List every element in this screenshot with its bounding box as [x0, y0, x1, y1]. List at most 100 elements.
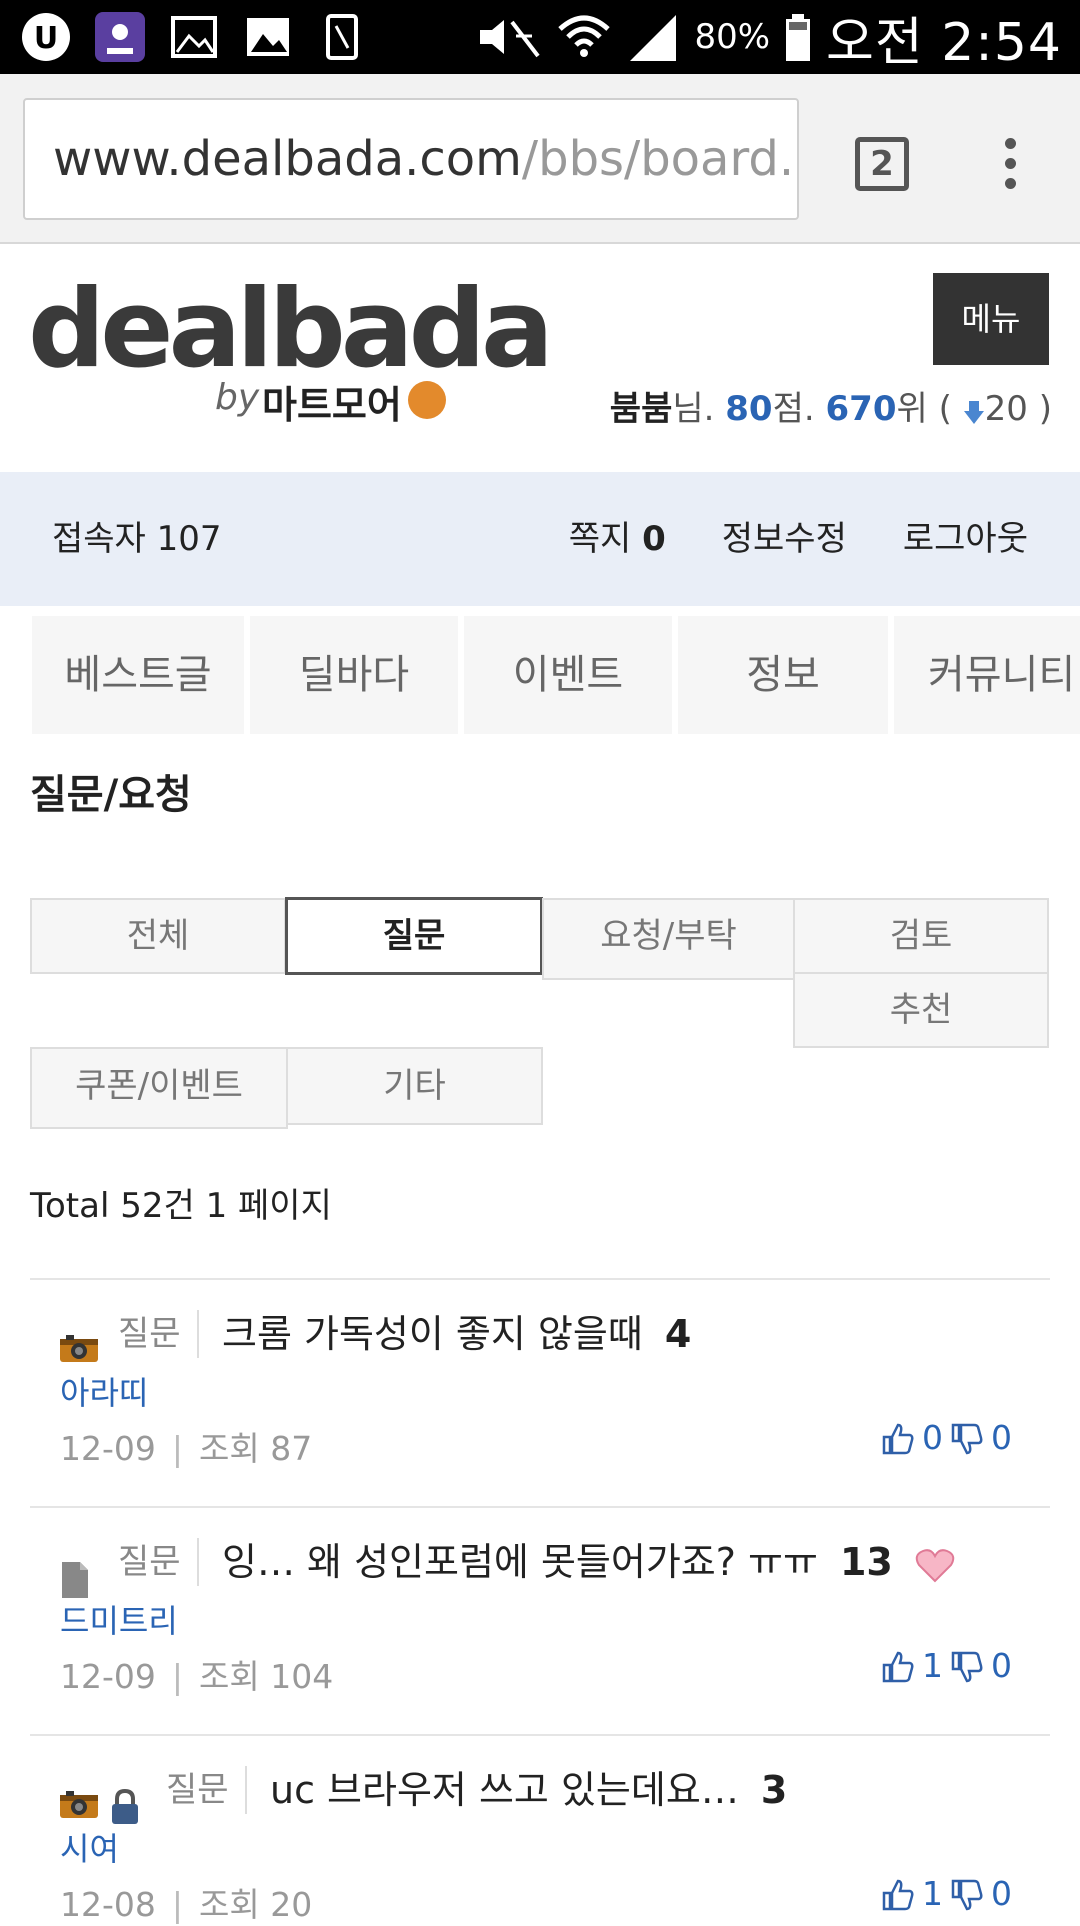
dislike-count: 0: [991, 1874, 1012, 1913]
messages-link[interactable]: 쪽지 0: [569, 472, 666, 606]
main-nav: 베스트글 딜바다 이벤트 정보 커뮤니티: [0, 612, 1080, 734]
post-title-text: 잉… 왜 성인포럼에 못들어가죠? ㅠㅠ: [222, 1540, 818, 1584]
comment-count: 4: [664, 1312, 692, 1356]
thumbs-up-icon[interactable]: [880, 1649, 916, 1685]
comment-count: 3: [760, 1768, 788, 1812]
user-info: 붐붐님. 80점. 670위 ( 20 ): [610, 381, 1052, 430]
logo-by: by: [215, 377, 260, 418]
url-field[interactable]: www.dealbada.com/bbs/board.: [23, 98, 799, 220]
nav-event[interactable]: 이벤트: [464, 616, 672, 734]
list-item[interactable]: 질문 잉… 왜 성인포럼에 못들어가죠? ㅠㅠ 13 드미트리 12-09 | 조회 …: [30, 1506, 1050, 1734]
category-request[interactable]: 요청/부탁: [542, 898, 795, 980]
thumbs-up-icon[interactable]: [880, 1877, 916, 1913]
list-item[interactable]: 질문 uc 브라우저 쓰고 있는데요… 3 시여 12-08 | 조회 20 1 0: [30, 1734, 1050, 1924]
post-category: 질문: [166, 1766, 247, 1814]
like-count: 1: [922, 1874, 943, 1913]
menu-button[interactable]: 메뉴: [933, 273, 1049, 365]
post-title[interactable]: 크롬 가독성이 좋지 않을때 4: [222, 1310, 691, 1358]
points-suffix: 점.: [772, 389, 826, 429]
podcast-app-icon: [92, 10, 148, 64]
thumbs-down-icon[interactable]: [949, 1877, 985, 1913]
post-title[interactable]: uc 브라우저 쓰고 있는데요… 3: [270, 1766, 787, 1814]
post-category: 질문: [118, 1538, 199, 1586]
dislike-count: 0: [991, 1646, 1012, 1685]
url-host: www.dealbada.com: [53, 131, 522, 187]
post-author[interactable]: 아라띠: [60, 1368, 148, 1414]
rank-suffix: 위 (: [896, 389, 952, 429]
image-icon: [166, 10, 222, 64]
board-title: 질문/요청: [30, 772, 192, 818]
camera-icon: [60, 1791, 98, 1818]
tab-switcher-button[interactable]: 2: [855, 137, 909, 191]
mute-icon: [480, 20, 541, 58]
overflow-menu-icon[interactable]: [990, 132, 1030, 202]
user-name[interactable]: 붐붐: [610, 389, 673, 429]
battery-icon: [786, 14, 811, 61]
nav-dealbada[interactable]: 딜바다: [250, 616, 458, 734]
status-bar: U 80% 오전 2:54: [0, 0, 1080, 74]
clock: 오전 2:54: [826, 12, 1062, 73]
nav-best[interactable]: 베스트글: [32, 616, 244, 734]
user-rank: 670: [825, 389, 897, 429]
category-all[interactable]: 전체: [30, 898, 286, 974]
post-views: 조회 104: [199, 1657, 334, 1696]
rank-close: ): [1027, 389, 1052, 429]
camera-icon: [60, 1335, 98, 1362]
battery-percent: 80%: [694, 17, 771, 57]
post-title[interactable]: 잉… 왜 성인포럼에 못들어가죠? ㅠㅠ 13: [222, 1538, 955, 1586]
edit-profile-link[interactable]: 정보수정: [722, 472, 847, 606]
nav-community[interactable]: 커뮤니티: [894, 616, 1080, 734]
svg-text:U: U: [34, 21, 58, 56]
gallery-icon: [240, 10, 296, 64]
user-name-suffix: 님.: [672, 389, 726, 429]
messages-label: 쪽지: [568, 519, 632, 559]
post-date: 12-09: [60, 1429, 156, 1468]
signal-icon: [630, 15, 677, 61]
rank-down-arrow-icon: [963, 400, 984, 424]
heart-icon: [915, 1548, 955, 1582]
site-logo[interactable]: dealbada: [28, 276, 554, 384]
logout-link[interactable]: 로그아웃: [903, 472, 1028, 606]
post-author[interactable]: 시여: [60, 1824, 119, 1870]
category-recommend[interactable]: 추천: [793, 972, 1049, 1048]
user-points: 80: [725, 389, 773, 429]
category-review[interactable]: 검토: [793, 898, 1049, 974]
rank-change: 20: [984, 389, 1028, 429]
document-icon: [62, 1562, 88, 1598]
thumbs-up-icon[interactable]: [880, 1421, 916, 1457]
visitor-count: 접속자 107: [52, 519, 222, 559]
post-category: 질문: [118, 1310, 199, 1358]
total-count: Total 52건 1 페이지: [30, 1186, 332, 1226]
u-app-icon: U: [18, 10, 74, 64]
logo-badge-icon: [408, 381, 446, 419]
thumbs-down-icon[interactable]: [949, 1421, 985, 1457]
phone-icon: [314, 10, 370, 64]
category-question[interactable]: 질문: [285, 897, 543, 975]
category-coupon-event[interactable]: 쿠폰/이벤트: [30, 1047, 288, 1129]
post-meta: 12-08 | 조회 20: [60, 1885, 313, 1924]
post-meta: 12-09 | 조회 87: [60, 1429, 313, 1468]
post-title-text: uc 브라우저 쓰고 있는데요…: [270, 1768, 739, 1812]
wifi-icon: [558, 15, 611, 57]
comment-count: 13: [839, 1540, 893, 1584]
nav-info[interactable]: 정보: [678, 616, 888, 734]
post-author[interactable]: 드미트리: [60, 1596, 178, 1642]
list-item[interactable]: 질문 크롬 가독성이 좋지 않을때 4 아라띠 12-09 | 조회 87 0 0: [30, 1278, 1050, 1506]
logo-subbrand: 마트모어: [262, 383, 402, 427]
category-etc[interactable]: 기타: [286, 1047, 543, 1125]
url-path: /bbs/board.: [521, 131, 795, 187]
messages-count: 0: [642, 519, 666, 559]
post-views: 조회 20: [199, 1885, 313, 1924]
post-date: 12-09: [60, 1657, 156, 1696]
like-count: 0: [922, 1418, 943, 1457]
post-views: 조회 87: [199, 1429, 313, 1468]
lock-icon: [112, 1788, 138, 1824]
post-date: 12-08: [60, 1885, 156, 1924]
dislike-count: 0: [991, 1418, 1012, 1457]
post-title-text: 크롬 가독성이 좋지 않을때: [222, 1312, 643, 1356]
like-count: 1: [922, 1646, 943, 1685]
post-meta: 12-09 | 조회 104: [60, 1657, 334, 1696]
info-bar: 접속자 107 쪽지 0 정보수정 로그아웃: [0, 472, 1080, 606]
thumbs-down-icon[interactable]: [949, 1649, 985, 1685]
browser-toolbar: www.dealbada.com/bbs/board. 2: [0, 74, 1080, 244]
